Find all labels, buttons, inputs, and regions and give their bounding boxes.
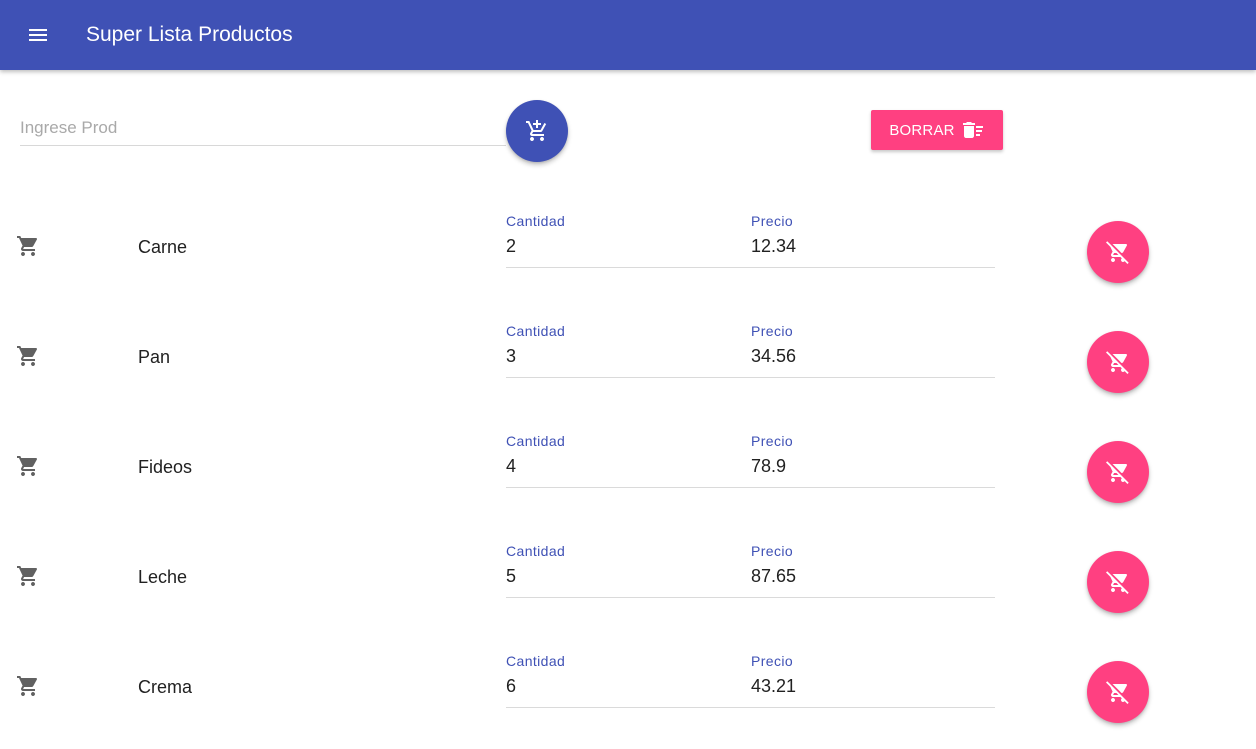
product-row: Crema Cantidad Precio xyxy=(0,639,1256,749)
quantity-field: Cantidad xyxy=(506,543,751,598)
price-input[interactable] xyxy=(751,676,995,697)
shopping-cart-icon xyxy=(17,566,38,586)
quantity-label: Cantidad xyxy=(506,433,566,449)
product-row: Fideos Cantidad Precio xyxy=(0,419,1256,529)
quantity-input[interactable] xyxy=(506,236,751,257)
remove-product-button[interactable] xyxy=(1087,441,1149,503)
price-field: Precio xyxy=(751,433,995,488)
shopping-cart-icon xyxy=(17,456,38,476)
clear-all-button[interactable]: BORRAR xyxy=(871,110,1003,150)
remove-shopping-cart-icon xyxy=(1106,681,1129,704)
product-name: Carne xyxy=(138,237,188,257)
app-toolbar: Super Lista Productos xyxy=(0,0,1256,70)
remove-shopping-cart-icon xyxy=(1106,461,1129,484)
price-label: Precio xyxy=(751,543,794,559)
price-label: Precio xyxy=(751,213,794,229)
remove-product-button[interactable] xyxy=(1087,221,1149,283)
product-input[interactable] xyxy=(20,112,506,144)
clear-all-label: BORRAR xyxy=(889,121,955,139)
app-title: Super Lista Productos xyxy=(86,23,293,46)
remove-product-button[interactable] xyxy=(1087,661,1149,723)
price-input[interactable] xyxy=(751,566,995,587)
quantity-label: Cantidad xyxy=(506,653,566,669)
remove-product-button[interactable] xyxy=(1087,331,1149,393)
price-input[interactable] xyxy=(751,236,995,257)
delete-sweep-icon xyxy=(962,122,983,138)
price-label: Precio xyxy=(751,653,794,669)
add-product-button[interactable] xyxy=(506,100,568,162)
shopping-cart-icon xyxy=(17,346,38,366)
remove-shopping-cart-icon xyxy=(1106,241,1129,264)
quantity-input[interactable] xyxy=(506,456,751,477)
remove-product-button[interactable] xyxy=(1087,551,1149,613)
menu-icon xyxy=(29,29,47,41)
product-name: Leche xyxy=(138,567,188,587)
product-name: Fideos xyxy=(138,457,193,477)
price-field: Precio xyxy=(751,653,995,708)
product-row: Pan Cantidad Precio xyxy=(0,309,1256,419)
price-field: Precio xyxy=(751,323,995,378)
price-field: Precio xyxy=(751,213,995,268)
shopping-cart-icon xyxy=(17,236,38,256)
remove-shopping-cart-icon xyxy=(1106,351,1129,374)
price-input[interactable] xyxy=(751,346,995,367)
product-name: Crema xyxy=(138,677,193,697)
product-name: Pan xyxy=(138,347,171,367)
quantity-field: Cantidad xyxy=(506,213,751,268)
product-input-container xyxy=(20,112,506,146)
shopping-cart-icon xyxy=(17,676,38,696)
quantity-input[interactable] xyxy=(506,676,751,697)
add-shopping-cart-icon xyxy=(526,120,547,141)
quantity-label: Cantidad xyxy=(506,323,566,339)
quantity-input[interactable] xyxy=(506,566,751,587)
price-label: Precio xyxy=(751,433,794,449)
quantity-label: Cantidad xyxy=(506,543,566,559)
product-row: Carne Cantidad Precio xyxy=(0,199,1256,309)
menu-button[interactable] xyxy=(16,15,60,55)
quantity-input[interactable] xyxy=(506,346,751,367)
quantity-field: Cantidad xyxy=(506,653,751,708)
remove-shopping-cart-icon xyxy=(1106,571,1129,594)
product-row: Leche Cantidad Precio xyxy=(0,529,1256,639)
price-field: Precio xyxy=(751,543,995,598)
quantity-field: Cantidad xyxy=(506,433,751,488)
quantity-field: Cantidad xyxy=(506,323,751,378)
price-input[interactable] xyxy=(751,456,995,477)
quantity-label: Cantidad xyxy=(506,213,566,229)
price-label: Precio xyxy=(751,323,794,339)
